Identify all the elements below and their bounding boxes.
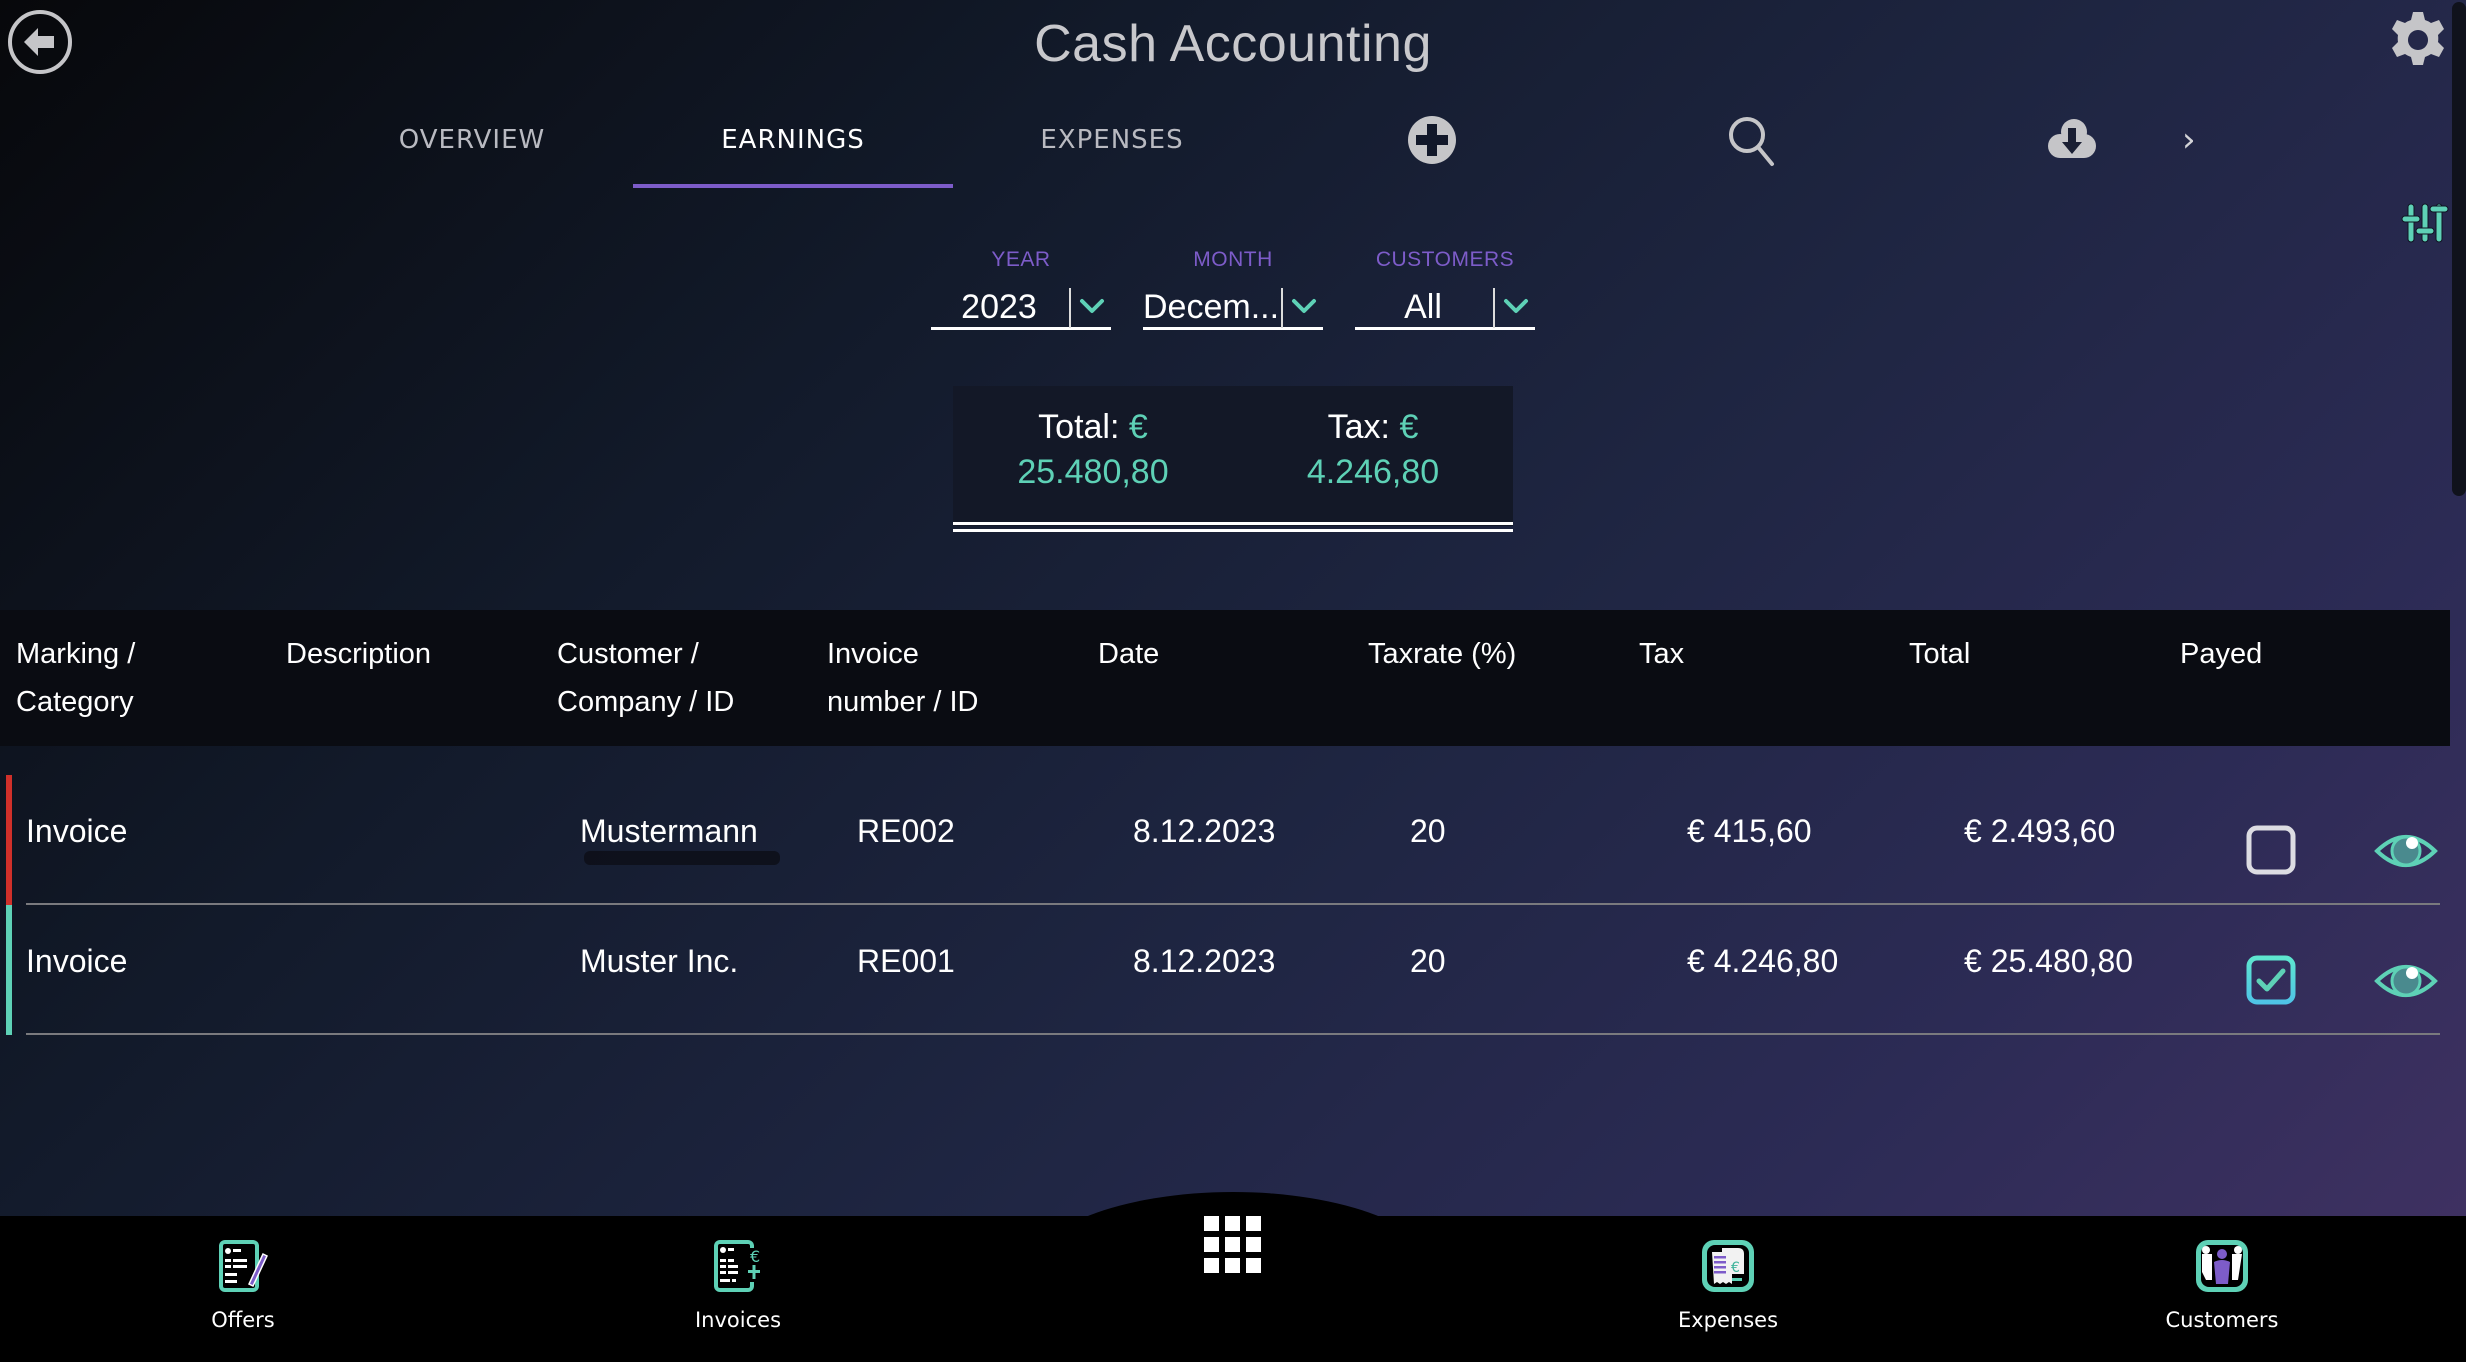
- add-button[interactable]: [1404, 112, 1460, 168]
- month-select[interactable]: Decem...: [1143, 286, 1323, 330]
- chevron-down-icon: [1504, 299, 1528, 313]
- year-filter-label: YEAR: [991, 248, 1051, 271]
- column-header-date[interactable]: Date: [1098, 630, 1159, 678]
- customers-filter-label: CUSTOMERS: [1375, 248, 1515, 271]
- tooltip: [584, 851, 780, 865]
- column-header-description[interactable]: Description: [286, 630, 431, 678]
- settings-button[interactable]: [2386, 8, 2450, 72]
- apps-grid-button[interactable]: [1202, 1216, 1262, 1276]
- cell-customer: Mustermann: [580, 813, 758, 849]
- view-button[interactable]: [2374, 831, 2438, 871]
- payed-checkbox[interactable]: [2246, 955, 2296, 1005]
- select-divider: [1493, 288, 1495, 328]
- column-header-invoice-number[interactable]: Invoice number / ID: [827, 630, 979, 726]
- offers-document-pen-icon: [219, 1240, 268, 1292]
- download-button[interactable]: [2044, 112, 2100, 168]
- total-currency: €: [1128, 408, 1148, 446]
- table-header: Marking / Category Description Customer /…: [0, 610, 2450, 746]
- row-marking: [6, 905, 12, 1035]
- select-divider: [1069, 288, 1071, 328]
- view-button[interactable]: [2374, 961, 2438, 1001]
- select-divider: [1281, 288, 1283, 328]
- row-marking: [6, 775, 12, 905]
- table-row[interactable]: Invoice Mustermann RE002 8.12.2023 20 € …: [0, 775, 2450, 905]
- cell-taxrate: 20: [1410, 943, 1446, 979]
- invoice-euro-plus-icon: €: [714, 1240, 760, 1292]
- summary-double-underline: [953, 522, 1513, 532]
- tab-overview[interactable]: OVERVIEW: [312, 108, 632, 188]
- chevron-down-icon: [1292, 299, 1316, 313]
- cell-date: 8.12.2023: [1133, 943, 1276, 979]
- column-header-marking[interactable]: Marking / Category: [16, 630, 135, 726]
- nav-label-offers: Offers: [211, 1308, 275, 1332]
- eye-icon: [2374, 835, 2438, 867]
- tab-expenses[interactable]: EXPENSES: [952, 108, 1272, 188]
- tab-earnings[interactable]: EARNINGS: [633, 108, 953, 188]
- cell-category: Invoice: [26, 943, 128, 979]
- column-header-taxrate[interactable]: Taxrate (%): [1368, 630, 1516, 678]
- checkbox-box: [2246, 825, 2296, 875]
- table-row[interactable]: Invoice Muster Inc. RE001 8.12.2023 20 €…: [0, 905, 2450, 1035]
- totals-summary: Total: € 25.480,80 Tax: € 4.246,80: [953, 386, 1513, 526]
- month-filter-label: MONTH: [1193, 248, 1273, 271]
- cell-total: € 2.493,60: [1964, 813, 2116, 849]
- cell-customer: Muster Inc.: [580, 943, 739, 979]
- cell-taxrate: 20: [1410, 813, 1446, 849]
- more-tabs-button[interactable]: ›: [2182, 120, 2196, 160]
- year-filter: YEAR 2023: [931, 248, 1111, 330]
- nav-item-customers[interactable]: Customers: [2122, 1238, 2322, 1332]
- nav-item-invoices[interactable]: € Invoices: [638, 1238, 838, 1332]
- total-label: Total:: [1038, 408, 1120, 446]
- apps-grid-icon: [1204, 1216, 1261, 1273]
- payed-checkbox[interactable]: [2246, 825, 2296, 875]
- nav-item-offers[interactable]: Offers: [143, 1238, 343, 1332]
- checkmark-icon: [2256, 968, 2286, 992]
- column-header-customer[interactable]: Customer / Company / ID: [557, 630, 734, 726]
- column-header-tax[interactable]: Tax: [1639, 630, 1684, 678]
- year-select[interactable]: 2023: [931, 286, 1111, 330]
- svg-text:€: €: [1731, 1260, 1740, 1276]
- tax-label: Tax:: [1327, 408, 1390, 446]
- tax-summary: Tax: € 4.246,80: [1233, 408, 1513, 492]
- customers-people-icon: [2196, 1240, 2248, 1292]
- cell-invoice-number: RE002: [857, 813, 955, 849]
- cell-tax: € 415,60: [1687, 813, 1812, 849]
- total-value: 25.480,80: [1017, 453, 1169, 491]
- column-header-payed[interactable]: Payed: [2180, 630, 2262, 678]
- cell-category: Invoice: [26, 813, 128, 849]
- total-summary: Total: € 25.480,80: [953, 408, 1233, 492]
- nav-label-invoices: Invoices: [694, 1308, 782, 1332]
- cell-date: 8.12.2023: [1133, 813, 1276, 849]
- year-select-value: 2023: [961, 288, 1037, 326]
- page-title: Cash Accounting: [1034, 15, 1432, 73]
- search-button[interactable]: [1724, 112, 1780, 168]
- search-icon: [1729, 117, 1774, 166]
- nav-item-expenses[interactable]: € Expenses: [1628, 1238, 1828, 1332]
- plus-circle-icon: [1408, 116, 1456, 164]
- cloud-download-icon: [2048, 119, 2096, 158]
- nav-label-expenses: Expenses: [1677, 1308, 1779, 1332]
- month-select-value: Decem...: [1143, 288, 1279, 326]
- month-filter: MONTH Decem...: [1143, 248, 1323, 330]
- scrollbar[interactable]: [2452, 2, 2466, 496]
- sliders-icon: [2401, 203, 2449, 243]
- row-divider: [26, 1033, 2440, 1035]
- gear-icon: [2392, 12, 2444, 65]
- receipt-euro-icon: €: [1702, 1240, 1754, 1292]
- column-header-total[interactable]: Total: [1909, 630, 1970, 678]
- checkbox-box: [2246, 955, 2296, 1005]
- cell-invoice-number: RE001: [857, 943, 955, 979]
- cell-tax: € 4.246,80: [1687, 943, 1839, 979]
- customers-select[interactable]: All: [1355, 286, 1535, 330]
- customers-select-value: All: [1404, 288, 1442, 326]
- eye-icon: [2374, 965, 2438, 997]
- tax-value: 4.246,80: [1306, 453, 1440, 491]
- customers-filter: CUSTOMERS All: [1355, 248, 1535, 330]
- cell-total: € 25.480,80: [1964, 943, 2134, 979]
- nav-label-customers: Customers: [2165, 1308, 2279, 1332]
- chevron-down-icon: [1080, 299, 1104, 313]
- svg-text:€: €: [750, 1247, 760, 1266]
- filter-settings-button[interactable]: [2400, 200, 2450, 246]
- tax-currency: €: [1399, 408, 1419, 446]
